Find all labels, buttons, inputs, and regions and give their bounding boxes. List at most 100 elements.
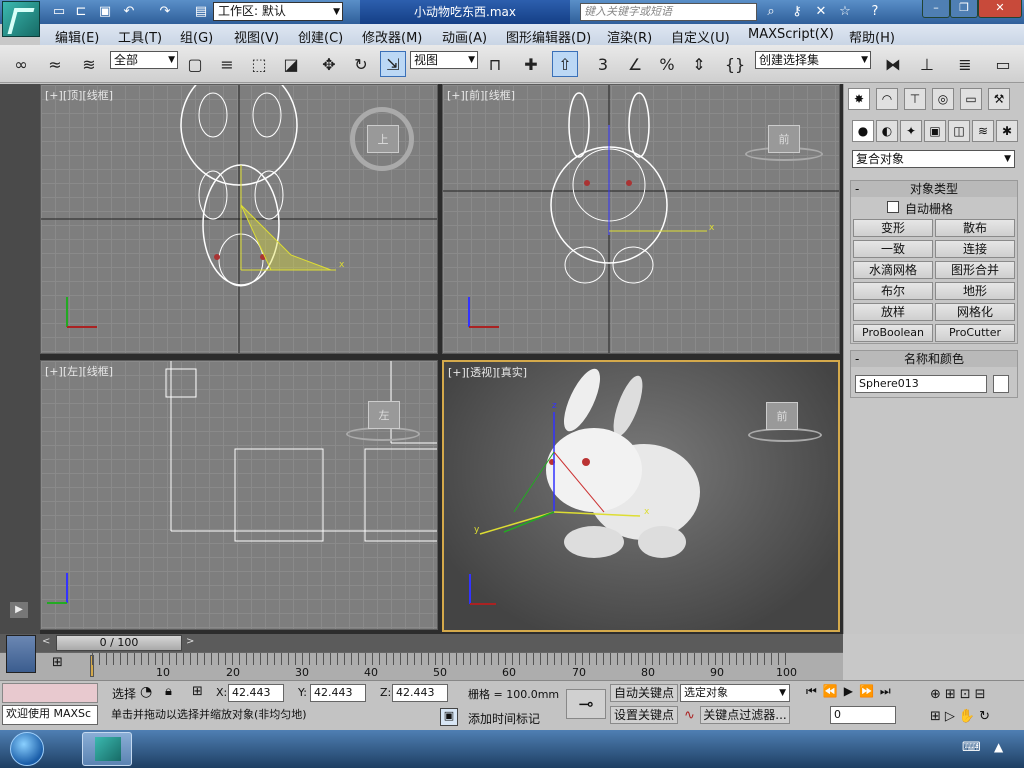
viewport-front[interactable]: [+][前][线框] x 前 [442, 84, 840, 354]
edit-named-selection-icon[interactable]: {} [722, 51, 748, 77]
start-button[interactable] [10, 732, 44, 766]
rollout-title[interactable]: - 名称和颜色 [851, 351, 1017, 367]
app-logo-button[interactable] [2, 1, 40, 37]
bind-spacewarp-icon[interactable]: ≋ [76, 51, 102, 77]
display-tab-icon[interactable]: ▭ [960, 88, 982, 110]
key-icon[interactable]: ⚷ [788, 3, 806, 21]
comm-center-icon[interactable]: ✕ [812, 3, 830, 21]
new-file-icon[interactable]: ▭ [50, 3, 68, 21]
auto-key-button[interactable]: 自动关键点 [610, 684, 678, 702]
loft-button[interactable]: 放样 [853, 303, 933, 321]
menu-customize[interactable]: 自定义(U) [671, 27, 730, 46]
workspace-dropdown[interactable]: 工作区: 默认 ▼ [213, 2, 343, 21]
viewcube[interactable]: 前 [766, 402, 798, 430]
set-key-icon[interactable]: ⊸ [566, 689, 606, 719]
tray-arrow-icon[interactable]: ▲ [994, 740, 1003, 754]
spinner-snap-icon[interactable]: ⇕ [686, 51, 712, 77]
scale-icon[interactable]: ⇲ [380, 51, 406, 77]
add-time-tag-icon[interactable]: ▣ [440, 708, 458, 726]
mirror-icon[interactable]: ⧓ [880, 51, 906, 77]
utilities-tab-icon[interactable]: ⚒ [988, 88, 1010, 110]
object-color-swatch[interactable] [993, 375, 1009, 393]
help-icon[interactable]: ? [866, 3, 884, 21]
maximize-button[interactable]: ❐ [950, 0, 978, 18]
rollout-title[interactable]: - 对象类型 [851, 181, 1017, 197]
shapes-icon[interactable]: ◐ [876, 120, 898, 142]
terrain-button[interactable]: 地形 [935, 282, 1015, 300]
playback-controls[interactable]: ⏮⏪▶⏩⏭ [806, 684, 926, 702]
motion-tab-icon[interactable]: ◎ [932, 88, 954, 110]
selection-filter-dropdown[interactable]: 全部 ▼ [110, 51, 178, 69]
keyboard-icon[interactable]: ⌨ [962, 740, 981, 755]
reference-coord-dropdown[interactable]: 视图 ▼ [410, 51, 478, 69]
redo-icon[interactable]: ↷ [156, 3, 174, 21]
menu-modifiers[interactable]: 修改器(M) [362, 27, 422, 46]
viewport-top[interactable]: [+][顶][线框] x 上 [40, 84, 438, 354]
select-manipulate-icon[interactable]: ✚ [518, 51, 544, 77]
viewcube[interactable]: 左 [368, 401, 400, 429]
hierarchy-tab-icon[interactable]: ⊤ [904, 88, 926, 110]
create-tab-icon[interactable]: ✸ [848, 88, 870, 110]
undo-icon[interactable]: ↶ [120, 3, 138, 21]
slider-next-icon[interactable]: > [186, 636, 194, 647]
select-by-name-icon[interactable]: ≡ [214, 51, 240, 77]
viewport-nav-controls[interactable]: ⊕⊞⊡⊟ ⊞▷✋↻ [930, 684, 1022, 728]
save-icon[interactable]: ▣ [96, 3, 114, 21]
key-mode-dropdown[interactable]: 选定对象 ▼ [680, 684, 790, 702]
boolean-button[interactable]: 布尔 [853, 282, 933, 300]
viewcube[interactable]: 上 [367, 125, 399, 153]
conform-button[interactable]: 一致 [853, 240, 933, 258]
menu-tools[interactable]: 工具(T) [118, 27, 162, 46]
cameras-icon[interactable]: ▣ [924, 120, 946, 142]
move-icon[interactable]: ✥ [316, 51, 342, 77]
menu-graph-editors[interactable]: 图形编辑器(D) [506, 27, 591, 46]
percent-snap-icon[interactable]: % [654, 51, 680, 77]
category-dropdown[interactable]: 复合对象 ▼ [852, 150, 1015, 168]
mesher-button[interactable]: 网格化 [935, 303, 1015, 321]
set-key-button[interactable]: 设置关键点 [610, 706, 678, 724]
menu-views[interactable]: 视图(V) [234, 27, 279, 46]
rect-selection-icon[interactable]: ⬚ [246, 51, 272, 77]
close-button[interactable]: ✕ [978, 0, 1022, 18]
time-slider[interactable]: < 0 / 100 > [0, 634, 843, 652]
viewport-layout-icon[interactable] [6, 635, 36, 673]
morph-button[interactable]: 变形 [853, 219, 933, 237]
slider-prev-icon[interactable]: < [42, 636, 50, 647]
connect-button[interactable]: 连接 [935, 240, 1015, 258]
graphite-tools-icon[interactable]: ▭ [990, 51, 1016, 77]
binoculars-icon[interactable]: ⌕ [762, 3, 780, 21]
menu-animation[interactable]: 动画(A) [442, 27, 487, 46]
key-filters-button[interactable]: 关键点过滤器... [700, 706, 790, 724]
open-file-icon[interactable]: ⊏ [72, 3, 90, 21]
proboolean-button[interactable]: ProBoolean [853, 324, 933, 342]
minimize-button[interactable]: – [922, 0, 950, 18]
isolate-icon[interactable]: ◔ [140, 684, 152, 700]
scatter-button[interactable]: 散布 [935, 219, 1015, 237]
menu-group[interactable]: 组(G) [180, 27, 213, 46]
systems-icon[interactable]: ✱ [996, 120, 1018, 142]
taskbar-3dsmax-button[interactable] [82, 732, 132, 766]
object-name-field[interactable]: Sphere013 [855, 375, 987, 393]
modify-tab-icon[interactable]: ◠ [876, 88, 898, 110]
pivot-center-icon[interactable]: ⊓ [482, 51, 508, 77]
viewport-left[interactable]: [+][左][线框] 左 [40, 360, 438, 630]
favorites-star-icon[interactable]: ☆ [836, 3, 854, 21]
lights-icon[interactable]: ✦ [900, 120, 922, 142]
menu-help[interactable]: 帮助(H) [849, 27, 895, 46]
unlink-icon[interactable]: ≈ [42, 51, 68, 77]
menu-edit[interactable]: 编辑(E) [55, 27, 99, 46]
track-bar[interactable]: ⊞ 10 20 30 40 50 60 70 80 90 100 [0, 635, 843, 680]
spacewarps-icon[interactable]: ≋ [972, 120, 994, 142]
add-time-tag-label[interactable]: 添加时间标记 [468, 710, 540, 727]
helpers-icon[interactable]: ◫ [948, 120, 970, 142]
blobmesh-button[interactable]: 水滴网格 [853, 261, 933, 279]
x-coord-field[interactable]: 42.443 [228, 684, 284, 702]
absolute-mode-icon[interactable]: ⊞ [192, 684, 203, 699]
rotate-icon[interactable]: ↻ [348, 51, 374, 77]
geometry-icon[interactable]: ● [852, 120, 874, 142]
layer-manager-icon[interactable]: ≣ [952, 51, 978, 77]
viewport-perspective[interactable]: [+][透视][真实] y x z 前 [442, 360, 840, 632]
z-coord-field[interactable]: 42.443 [392, 684, 448, 702]
procutter-button[interactable]: ProCutter [935, 324, 1015, 342]
autogrid-checkbox[interactable] [887, 201, 899, 213]
